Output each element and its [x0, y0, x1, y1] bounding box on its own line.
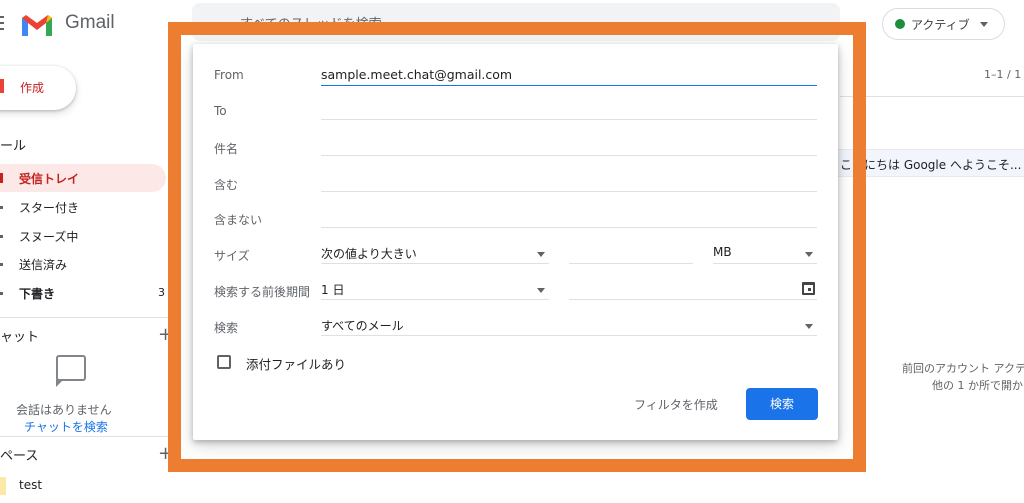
size-label: サイズ [214, 249, 250, 263]
clock-icon [0, 234, 3, 238]
no-words-label: 含まない [214, 213, 263, 227]
sidebar-item-label: スター付き [19, 200, 80, 215]
sidebar-item-label: 受信トレイ [19, 171, 80, 186]
chat-section-heading: ャット [0, 330, 40, 345]
date-within-select[interactable]: 1 日 [321, 278, 549, 300]
sidebar-item-drafts[interactable]: 下書き [0, 279, 166, 307]
size-operator-value: 次の値より大きい [321, 247, 417, 261]
search-button[interactable]: 検索 [746, 388, 818, 420]
create-filter-button[interactable]: フィルタを作成 [634, 396, 718, 413]
date-field[interactable] [569, 278, 817, 300]
chevron-down-icon [805, 324, 813, 329]
compose-button[interactable]: 作成 [0, 66, 76, 110]
sidebar-item-label: 下書き [19, 286, 56, 301]
chevron-down-icon [537, 288, 545, 293]
date-within-label: 検索する前後期間 [214, 285, 311, 299]
status-selector[interactable]: アクティブ [882, 8, 1005, 40]
compose-plus-icon [0, 79, 4, 93]
chevron-down-icon [805, 252, 813, 257]
sidebar-item-label: スヌーズ中 [19, 229, 79, 244]
mail-section-heading: ール [0, 139, 27, 154]
account-activity-text: 前回のアカウント アクテ [902, 362, 1024, 375]
status-label: アクティブ [911, 17, 970, 32]
page-count: 1–1 / 1 [984, 68, 1022, 81]
chevron-down-icon [537, 252, 545, 257]
sidebar-item-sent[interactable]: 送信済み [0, 250, 166, 278]
size-unit-value: MB [713, 245, 732, 259]
search-in-label: 検索 [214, 321, 239, 335]
size-unit-select[interactable]: MB [713, 242, 817, 264]
chevron-down-icon [979, 21, 988, 27]
from-field[interactable]: sample.meet.chat@gmail.com [321, 64, 817, 86]
sidebar-item-snoozed[interactable]: スヌーズ中 [0, 222, 166, 250]
email-subject: こんにちは Google へようこそ... [840, 158, 1022, 172]
search-in-select[interactable]: すべてのメール [321, 314, 817, 336]
spaces-section-heading: ペース [0, 449, 39, 464]
toolbar-divider [840, 96, 1024, 97]
find-chat-link[interactable]: チャットを検索 [24, 418, 108, 435]
subject-field[interactable] [321, 134, 817, 156]
space-item-label: test [19, 478, 43, 492]
space-item-test[interactable]: test [0, 476, 60, 496]
search-in-value: すべてのメール [321, 319, 404, 333]
gmail-logo-icon [22, 15, 52, 36]
size-value-field[interactable] [569, 242, 693, 264]
to-field[interactable] [321, 98, 817, 120]
send-icon [0, 262, 3, 266]
to-label: To [214, 104, 227, 118]
has-words-label: 含む [214, 178, 239, 192]
has-attachment-checkbox[interactable] [217, 355, 231, 369]
sidebar-item-inbox[interactable]: 受信トレイ [0, 164, 166, 192]
no-conversations-text: 会話はありません [16, 403, 112, 417]
sidebar-divider [0, 317, 175, 318]
chat-bubble-icon [56, 355, 86, 387]
sidebar-item-label: 送信済み [19, 257, 68, 272]
has-words-field[interactable] [321, 170, 817, 192]
app-name: Gmail [65, 12, 115, 33]
advanced-search-dialog: From sample.meet.chat@gmail.com To 件名 含む… [193, 44, 838, 440]
active-status-dot-icon [895, 19, 905, 29]
inbox-icon [0, 173, 3, 183]
space-avatar-icon [0, 477, 6, 495]
sidebar-item-starred[interactable]: スター付き [0, 193, 166, 221]
date-within-value: 1 日 [321, 283, 345, 297]
size-operator-select[interactable]: 次の値より大きい [321, 242, 549, 264]
no-words-field[interactable] [321, 206, 817, 228]
draft-icon [0, 291, 3, 295]
star-icon [0, 205, 3, 209]
account-activity-subtext: 他の 1 か所で開か [932, 379, 1023, 392]
calendar-icon[interactable] [802, 282, 815, 295]
has-attachment-label[interactable]: 添付ファイルあり [246, 354, 346, 373]
sidebar-divider [0, 436, 175, 437]
compose-label: 作成 [20, 81, 45, 95]
drafts-count: 3 [158, 286, 165, 299]
subject-label: 件名 [214, 142, 239, 156]
from-label: From [214, 68, 244, 82]
main-menu-icon[interactable] [0, 16, 6, 30]
